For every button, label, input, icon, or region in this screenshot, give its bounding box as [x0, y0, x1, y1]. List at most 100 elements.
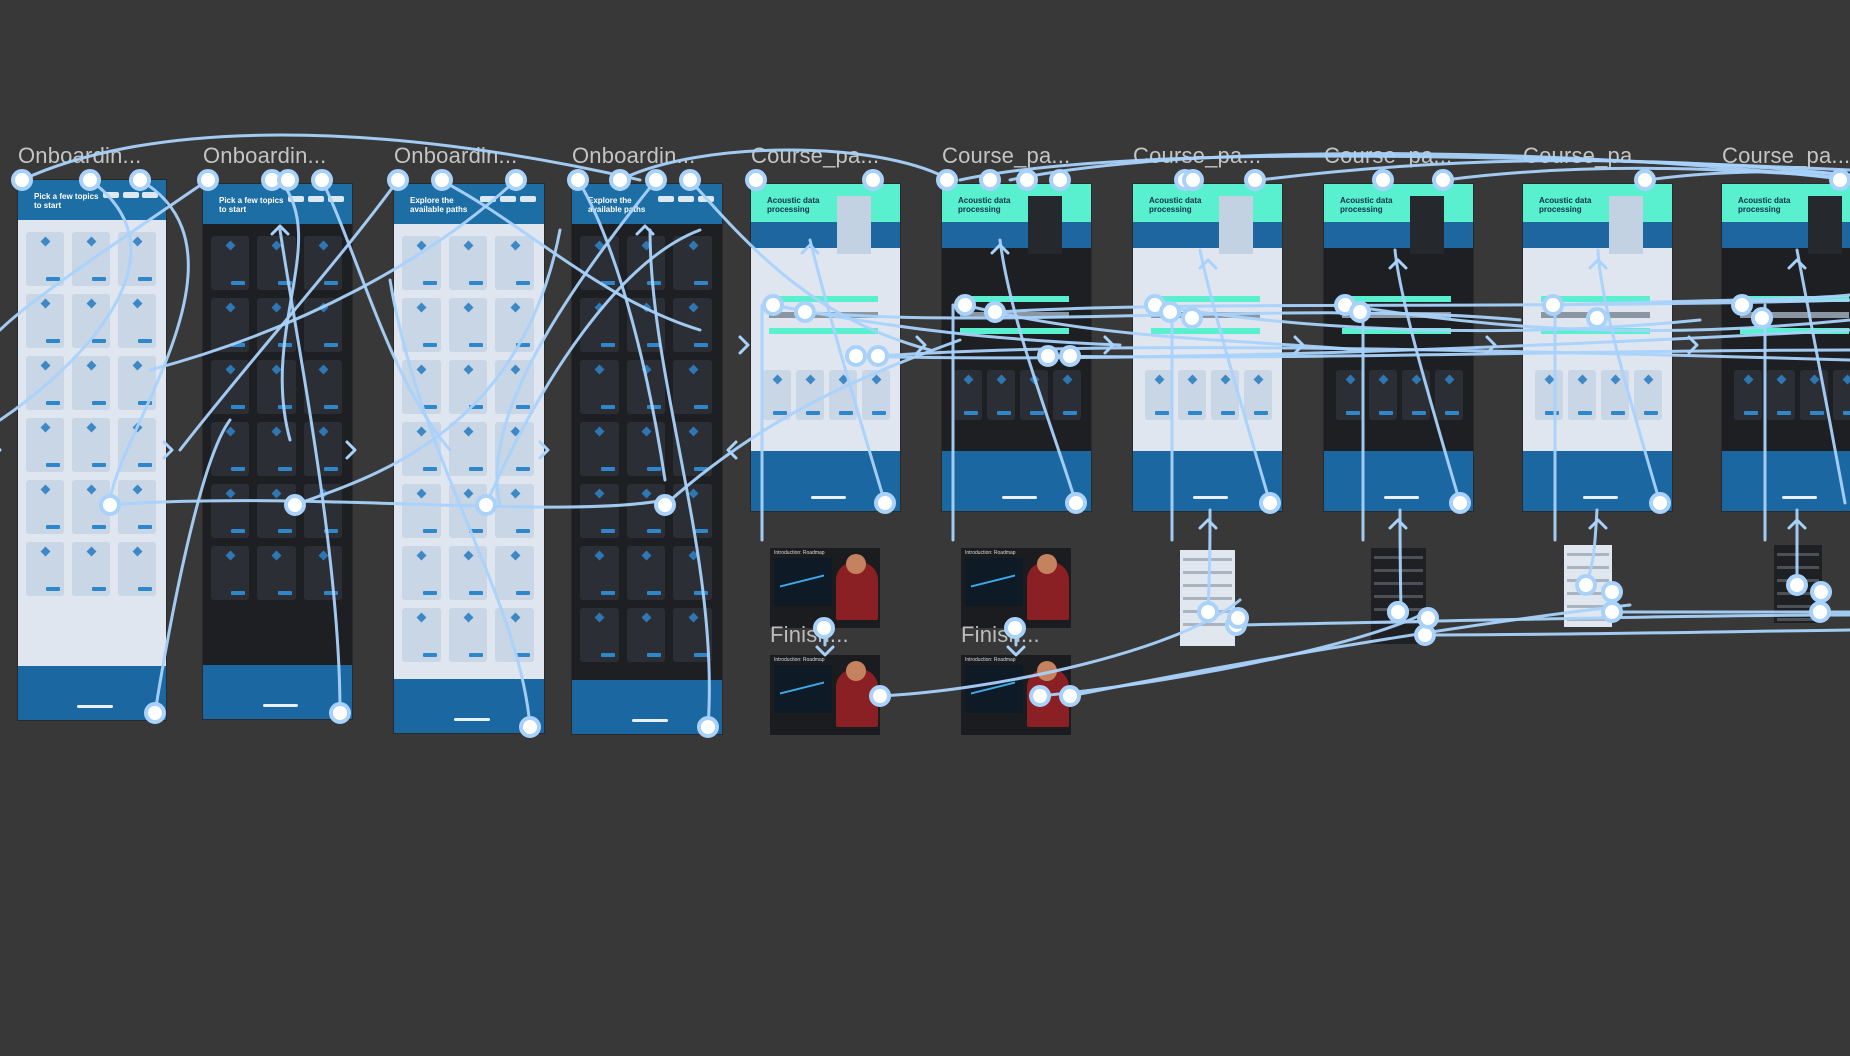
filter-chip[interactable] [122, 192, 139, 198]
module-card[interactable] [1244, 370, 1272, 420]
topic-card[interactable] [448, 298, 488, 352]
topic-card[interactable] [626, 608, 666, 662]
topic-card[interactable] [118, 294, 156, 348]
topic-card[interactable] [580, 422, 619, 476]
prototype-connection[interactable] [1398, 508, 1403, 614]
course-frame-light[interactable]: Acoustic data processing [1523, 184, 1672, 511]
topic-card[interactable] [303, 546, 342, 600]
topic-card[interactable] [257, 422, 296, 476]
topic-card[interactable] [303, 422, 342, 476]
lesson-row[interactable] [960, 296, 1069, 302]
topic-card[interactable] [118, 480, 156, 534]
onboarding-frame-dark[interactable]: Explore the available paths [572, 184, 722, 734]
topic-card[interactable] [448, 608, 488, 662]
topic-card[interactable] [211, 546, 250, 600]
topic-card[interactable] [26, 356, 64, 410]
filter-chip[interactable] [678, 196, 694, 202]
topic-card[interactable] [626, 484, 666, 538]
course-frame-light[interactable]: Acoustic data processing [751, 184, 900, 511]
topic-card[interactable] [495, 236, 534, 290]
topic-card[interactable] [580, 484, 619, 538]
topic-card[interactable] [118, 356, 156, 410]
overlay-frame-dark[interactable] [1371, 548, 1426, 644]
module-card[interactable] [796, 370, 824, 420]
topic-card[interactable] [402, 298, 441, 352]
module-card[interactable] [1767, 370, 1795, 420]
lesson-row[interactable] [960, 328, 1069, 334]
lesson-row[interactable] [1342, 296, 1451, 302]
module-card[interactable] [1336, 370, 1364, 420]
topic-card[interactable] [673, 236, 712, 290]
topic-card[interactable] [580, 608, 619, 662]
finish-frame-label[interactable]: Finish... [770, 622, 849, 648]
topic-card[interactable] [118, 232, 156, 286]
topic-card[interactable] [211, 484, 250, 538]
module-card[interactable] [1053, 370, 1081, 420]
module-card[interactable] [1178, 370, 1206, 420]
frame-label[interactable]: Onboardin... [203, 143, 326, 169]
topic-card[interactable] [673, 298, 712, 352]
filter-chip[interactable] [308, 196, 325, 202]
module-card[interactable] [1435, 370, 1463, 420]
module-card[interactable] [1568, 370, 1596, 420]
module-card[interactable] [1734, 370, 1762, 420]
finish-frame-label[interactable]: Finish... [961, 622, 1040, 648]
topic-card[interactable] [495, 422, 534, 476]
topic-card[interactable] [72, 480, 110, 534]
topic-card[interactable] [402, 546, 441, 600]
onboarding-frame-light[interactable]: Explore the available paths [394, 184, 544, 733]
topic-card[interactable] [626, 360, 666, 414]
course-frame-dark[interactable]: Acoustic data processing [1722, 184, 1850, 511]
topic-card[interactable] [673, 360, 712, 414]
frame-label[interactable]: Course_pa... [942, 143, 1070, 169]
topic-card[interactable] [26, 480, 64, 534]
topic-card[interactable] [257, 484, 296, 538]
filter-chip[interactable] [658, 196, 674, 202]
topic-card[interactable] [118, 542, 156, 596]
topic-card[interactable] [26, 232, 64, 286]
video-frame[interactable]: Introduction: Roadmap [961, 548, 1071, 628]
module-card[interactable] [763, 370, 791, 420]
topic-card[interactable] [448, 236, 488, 290]
lesson-row[interactable] [1151, 328, 1260, 334]
video-frame[interactable]: Introduction: Roadmap [770, 655, 880, 735]
topic-card[interactable] [626, 546, 666, 600]
topic-card[interactable] [26, 542, 64, 596]
topic-card[interactable] [580, 360, 619, 414]
module-card[interactable] [954, 370, 982, 420]
lesson-row[interactable] [1541, 312, 1650, 318]
frame-label[interactable]: Onboardin... [572, 143, 695, 169]
topic-card[interactable] [580, 546, 619, 600]
lesson-row[interactable] [1151, 296, 1260, 302]
topic-card[interactable] [72, 418, 110, 472]
topic-card[interactable] [72, 356, 110, 410]
topic-card[interactable] [495, 484, 534, 538]
module-card[interactable] [1369, 370, 1397, 420]
topic-card[interactable] [495, 546, 534, 600]
topic-card[interactable] [580, 298, 619, 352]
topic-card[interactable] [26, 418, 64, 472]
module-card[interactable] [1402, 370, 1430, 420]
video-frame[interactable]: Introduction: Roadmap [770, 548, 880, 628]
onboarding-frame-dark[interactable]: Pick a few topics to start [203, 184, 352, 719]
topic-card[interactable] [303, 236, 342, 290]
topic-card[interactable] [448, 422, 488, 476]
filter-chip[interactable] [500, 196, 516, 202]
module-card[interactable] [1535, 370, 1563, 420]
topic-card[interactable] [257, 236, 296, 290]
lesson-row[interactable] [769, 328, 878, 334]
topic-card[interactable] [402, 484, 441, 538]
module-card[interactable] [1833, 370, 1850, 420]
topic-card[interactable] [257, 360, 296, 414]
topic-card[interactable] [402, 608, 441, 662]
topic-card[interactable] [448, 360, 488, 414]
topic-card[interactable] [72, 542, 110, 596]
overlay-frame-light[interactable] [1564, 545, 1612, 627]
frame-label[interactable]: Onboardin... [18, 143, 141, 169]
frame-label[interactable]: Course_pa... [751, 143, 879, 169]
topic-card[interactable] [673, 546, 712, 600]
module-card[interactable] [1634, 370, 1662, 420]
topic-card[interactable] [211, 236, 250, 290]
filter-chip[interactable] [520, 196, 536, 202]
topic-card[interactable] [211, 422, 250, 476]
